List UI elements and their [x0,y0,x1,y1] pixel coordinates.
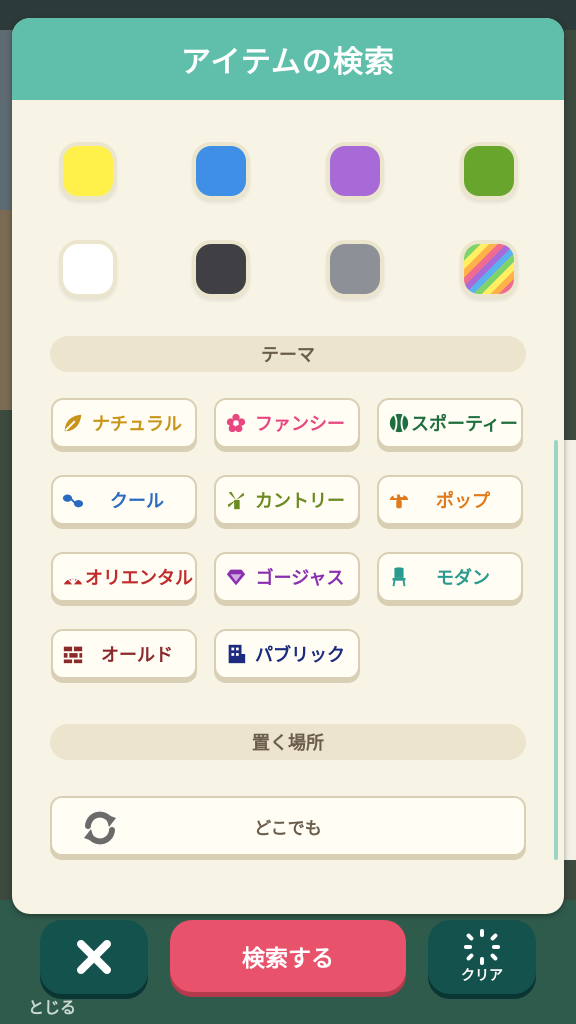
theme-label: パブリック [255,645,345,666]
modal-title: アイテムの検索 [181,45,395,80]
fan-icon [61,565,85,589]
place-anywhere-button[interactable]: どこでも [50,796,526,856]
theme-label: オールド [101,645,173,666]
color-swatch-green[interactable] [464,146,514,196]
theme-label: オリエンタル [85,568,193,589]
theme-button-8[interactable]: ゴージャス [214,552,360,602]
theme-label: ポップ [436,491,490,512]
sunglasses-icon [61,488,85,512]
theme-button-9[interactable]: モダン [377,552,523,602]
theme-label: ゴージャス [255,568,345,589]
theme-button-4[interactable]: クール [51,475,197,525]
color-swatch-yellow[interactable] [63,146,113,196]
theme-label: ファンシー [255,414,345,435]
close-button[interactable] [40,920,148,994]
theme-button-2[interactable]: ファンシー [214,398,360,448]
leaf-icon [61,411,85,435]
brick-icon [61,642,85,666]
color-swatch-black[interactable] [196,244,246,294]
chair-icon [387,565,411,589]
color-swatch-rainbow[interactable] [464,244,514,294]
theme-button-6[interactable]: ポップ [377,475,523,525]
place-section-label: 置く場所 [252,733,324,754]
modal-header: アイテムの検索 [12,18,564,100]
theme-label: カントリー [255,491,345,512]
search-button-label: 検索する [242,946,334,972]
theme-section-header: テーマ [50,336,526,372]
clear-button[interactable]: クリア [428,920,536,994]
windmill-icon [224,488,248,512]
close-icon [77,940,111,974]
place-anywhere-label: どこでも [254,818,322,839]
scrollbar[interactable] [554,440,558,860]
sparkle-icon [464,929,500,965]
ball-icon [387,411,411,435]
item-search-modal: アイテムの検索 テーマ ナチュラル ファンシー スポーティークール カントリー ポップオ… [12,18,564,914]
theme-button-1[interactable]: ナチュラル [51,398,197,448]
clear-button-label: クリア [461,968,503,984]
mushroom-icon [387,488,411,512]
search-button[interactable]: 検索する [170,920,406,992]
color-swatch-gray[interactable] [330,244,380,294]
footer-bar: 検索する クリア [0,914,576,1024]
theme-label: ナチュラル [92,414,182,435]
gem-icon [224,565,248,589]
theme-button-7[interactable]: オリエンタル [51,552,197,602]
building-icon [224,642,248,666]
color-swatch-white[interactable] [63,244,113,294]
theme-section-label: テーマ [261,345,315,366]
flower-icon [224,411,248,435]
theme-label: クール [110,491,164,512]
color-swatch-blue[interactable] [196,146,246,196]
theme-button-5[interactable]: カントリー [214,475,360,525]
theme-label: スポーティー [411,414,518,435]
refresh-icon [84,811,116,845]
place-section-header: 置く場所 [50,724,526,760]
theme-button-11[interactable]: パブリック [214,629,360,679]
theme-label: モダン [436,568,490,589]
color-swatch-purple[interactable] [330,146,380,196]
theme-button-10[interactable]: オールド [51,629,197,679]
theme-button-3[interactable]: スポーティー [377,398,523,448]
